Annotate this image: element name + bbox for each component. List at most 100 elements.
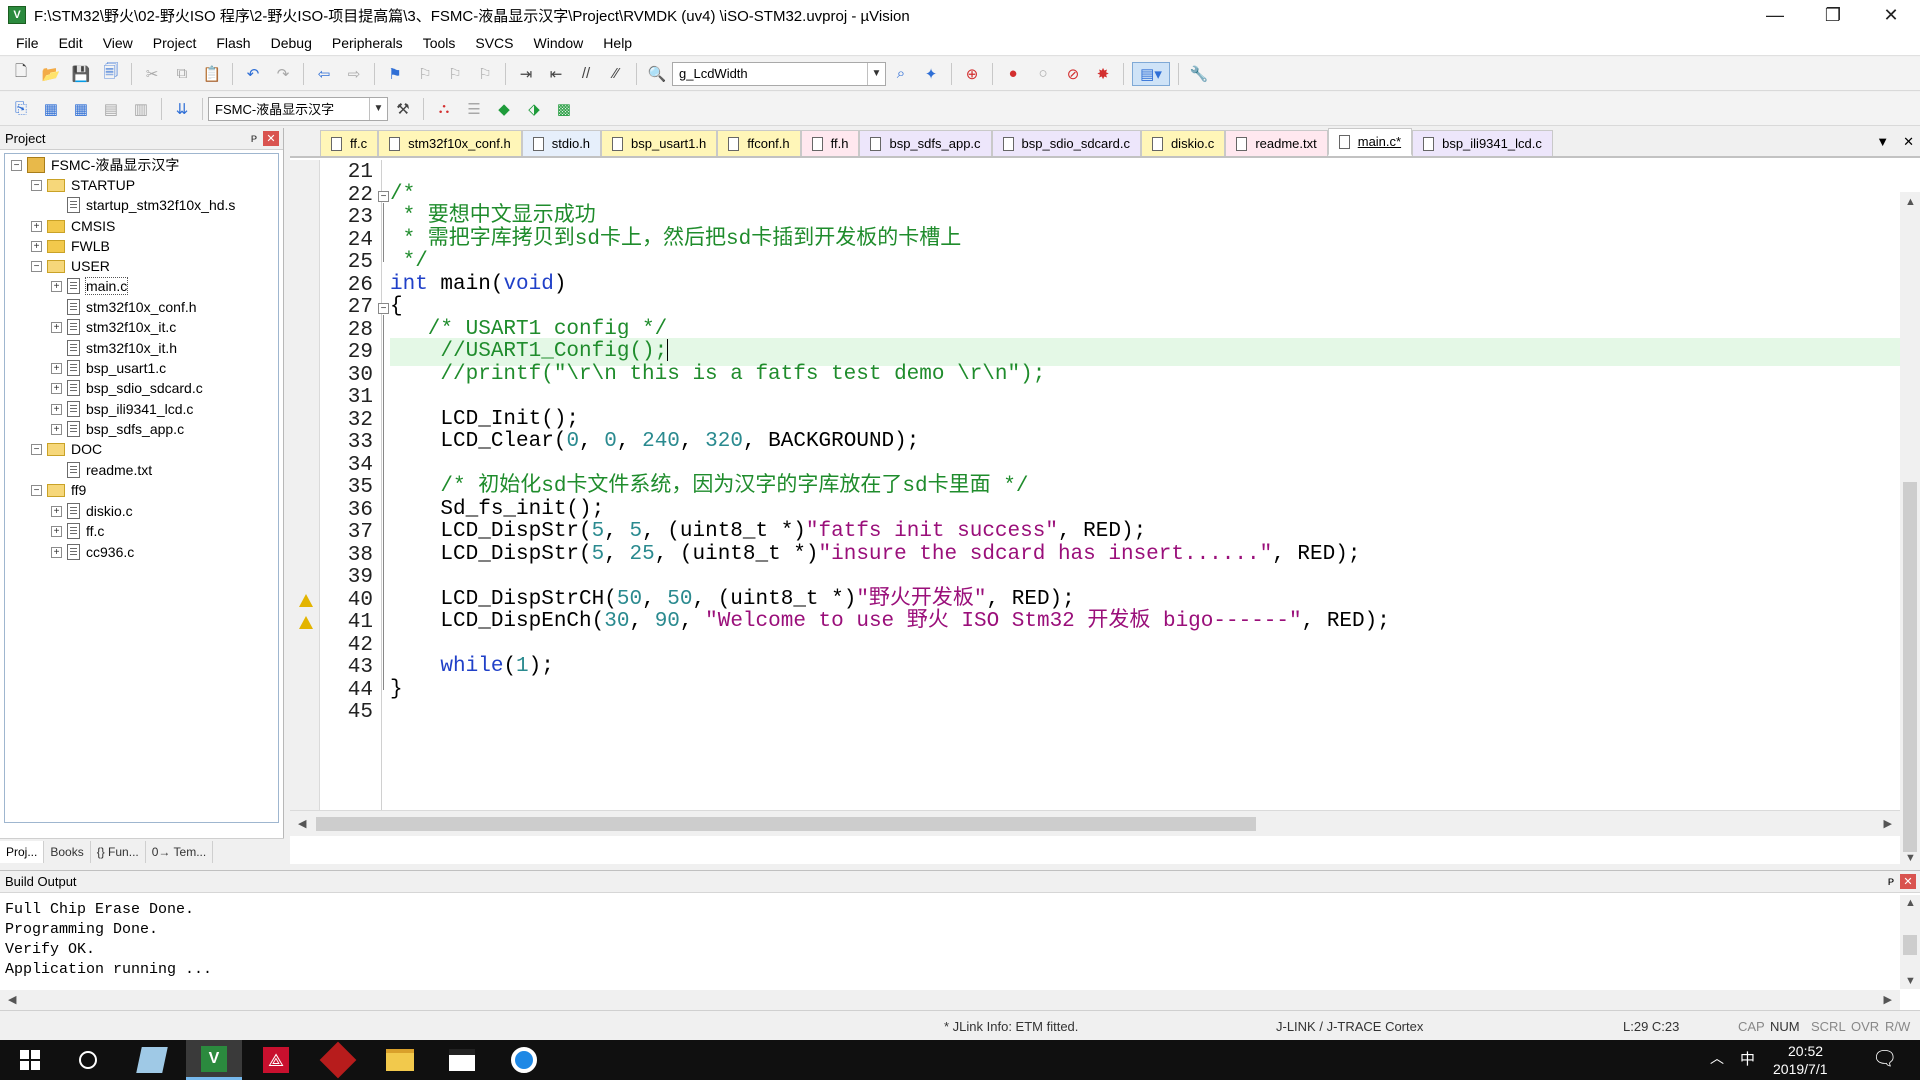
expand-icon[interactable]: + bbox=[51, 382, 62, 394]
warning-icon[interactable] bbox=[299, 616, 313, 629]
horizontal-scrollbar[interactable]: ◀ ▶ bbox=[290, 810, 1900, 836]
pin-icon[interactable]: ᴘ bbox=[251, 131, 257, 145]
chevron-down-icon[interactable]: ▼ bbox=[369, 97, 387, 120]
tree-group-ff9[interactable]: − ff9 bbox=[31, 479, 86, 501]
tab-templates[interactable]: 0→ Tem... bbox=[146, 840, 214, 863]
expand-icon[interactable]: + bbox=[51, 362, 62, 374]
prev-bookmark-icon[interactable]: ⚐ bbox=[413, 62, 437, 86]
menu-edit[interactable]: Edit bbox=[49, 35, 93, 51]
maximize-button[interactable]: ❐ bbox=[1804, 0, 1862, 30]
clock-date[interactable]: 2019/7/1 bbox=[1773, 1061, 1828, 1077]
tree-group-user[interactable]: − USER bbox=[31, 255, 110, 277]
save-all-icon[interactable]: 🗐 bbox=[99, 62, 123, 86]
translate-icon[interactable]: ⎘ bbox=[9, 97, 33, 121]
start-debug-icon[interactable]: ⊕ bbox=[960, 62, 984, 86]
pin-icon[interactable]: ᴘ bbox=[1888, 874, 1894, 888]
configure-icon[interactable]: 🔧 bbox=[1187, 62, 1211, 86]
tab-functions[interactable]: {} Fun... bbox=[91, 840, 146, 863]
pack-installer-icon[interactable]: ⬗ bbox=[522, 97, 546, 121]
tree-file[interactable]: + bsp_sdfs_app.c bbox=[51, 418, 184, 440]
video-editor-app-icon[interactable] bbox=[434, 1040, 490, 1080]
stop-build-icon[interactable]: ▥ bbox=[129, 97, 153, 121]
tree-file[interactable]: startup_stm32f10x_hd.s bbox=[67, 194, 235, 216]
editor-tab[interactable]: stm32f10x_conf.h bbox=[378, 130, 522, 156]
target-options-icon[interactable]: ⚒ bbox=[391, 97, 415, 121]
editor-tab[interactable]: bsp_sdio_sdcard.c bbox=[991, 130, 1141, 156]
save-icon[interactable]: 💾 bbox=[69, 62, 93, 86]
tree-group-startup[interactable]: − STARTUP bbox=[31, 174, 135, 196]
close-button[interactable]: ✕ bbox=[1862, 0, 1920, 30]
search-icon[interactable] bbox=[60, 1040, 116, 1080]
tree-file[interactable]: + diskio.c bbox=[51, 500, 133, 522]
chevron-up-icon[interactable]: ︿ bbox=[1710, 1048, 1724, 1068]
menu-tools[interactable]: Tools bbox=[413, 35, 466, 51]
expand-icon[interactable]: + bbox=[51, 321, 62, 333]
notepad-app-icon[interactable] bbox=[124, 1040, 180, 1080]
expand-icon[interactable]: + bbox=[51, 505, 62, 517]
unindent-icon[interactable]: ⇤ bbox=[544, 62, 568, 86]
tree-group-cmsis[interactable]: + CMSIS bbox=[31, 215, 115, 237]
scroll-up-icon[interactable]: ▲ bbox=[1905, 897, 1916, 909]
expand-icon[interactable]: + bbox=[51, 280, 62, 292]
find-icon[interactable]: ⌕ bbox=[889, 62, 913, 86]
vertical-scrollbar[interactable]: ▲ ▼ bbox=[1900, 192, 1920, 868]
menu-debug[interactable]: Debug bbox=[261, 35, 322, 51]
scrollbar-thumb[interactable] bbox=[1903, 935, 1917, 955]
enable-breakpoint-icon[interactable]: ○ bbox=[1031, 62, 1055, 86]
close-icon[interactable]: ✕ bbox=[1900, 874, 1916, 889]
code-text[interactable]: /* * 要想中文显示成功 * 需把字库拷贝到sd卡上，然后把sd卡插到开发板的… bbox=[390, 160, 1900, 836]
acrobat-app-icon[interactable]: ⟁ bbox=[248, 1040, 304, 1080]
minimize-button[interactable]: — bbox=[1746, 0, 1804, 30]
scroll-right-icon[interactable]: ▶ bbox=[1884, 993, 1892, 1006]
tree-file[interactable]: + bsp_sdio_sdcard.c bbox=[51, 377, 203, 399]
tab-books[interactable]: Books bbox=[44, 840, 91, 863]
menu-project[interactable]: Project bbox=[143, 35, 207, 51]
tree-group-fwlb[interactable]: + FWLB bbox=[31, 235, 110, 257]
tree-file[interactable]: + bsp_usart1.c bbox=[51, 357, 166, 379]
clear-bookmarks-icon[interactable]: ⚐ bbox=[473, 62, 497, 86]
menu-file[interactable]: File bbox=[6, 35, 49, 51]
breakpoint-gutter[interactable] bbox=[290, 160, 320, 836]
editor-tab[interactable]: bsp_sdfs_app.c bbox=[859, 130, 992, 156]
collapse-icon[interactable]: − bbox=[11, 159, 22, 171]
editor-tab[interactable]: ffconf.h bbox=[717, 130, 801, 156]
paste-icon[interactable]: 📋 bbox=[200, 62, 224, 86]
disable-breakpoints-icon[interactable]: ⊘ bbox=[1061, 62, 1085, 86]
collapse-icon[interactable]: − bbox=[31, 484, 42, 496]
scrollbar-thumb[interactable] bbox=[316, 817, 1256, 831]
tree-file[interactable]: + stm32f10x_it.c bbox=[51, 316, 176, 338]
batch-build-icon[interactable]: ▤ bbox=[99, 97, 123, 121]
clock-time[interactable]: 20:52 bbox=[1788, 1043, 1823, 1059]
start-icon[interactable] bbox=[2, 1040, 58, 1080]
next-bookmark-icon[interactable]: ⚐ bbox=[443, 62, 467, 86]
run-time-environment-icon[interactable]: ▩ bbox=[552, 97, 576, 121]
flash-tool-app-icon[interactable] bbox=[310, 1040, 366, 1080]
scroll-down-icon[interactable]: ▼ bbox=[1905, 975, 1916, 987]
horizontal-scrollbar[interactable]: ◀ ▶ bbox=[0, 990, 1900, 1010]
target-select[interactable]: FSMC-液晶显示汉字 ▼ bbox=[208, 96, 388, 121]
scroll-left-icon[interactable]: ◀ bbox=[298, 817, 306, 830]
editor-tab[interactable]: stdio.h bbox=[521, 130, 602, 156]
build-icon[interactable]: ▦ bbox=[39, 97, 63, 121]
tree-group-doc[interactable]: − DOC bbox=[31, 438, 102, 460]
tree-file[interactable]: stm32f10x_it.h bbox=[67, 337, 177, 359]
tree-file[interactable]: + cc936.c bbox=[51, 541, 134, 563]
editor-tab[interactable]: readme.txt bbox=[1225, 130, 1328, 156]
tree-file[interactable]: + bsp_ili9341_lcd.c bbox=[51, 398, 193, 420]
editor-tab[interactable]: ff.c bbox=[320, 130, 379, 156]
code-line[interactable] bbox=[390, 698, 1900, 726]
expand-icon[interactable]: + bbox=[31, 220, 42, 232]
screen-recorder-app-icon[interactable] bbox=[496, 1040, 552, 1080]
menu-peripherals[interactable]: Peripherals bbox=[322, 35, 413, 51]
menu-help[interactable]: Help bbox=[593, 35, 642, 51]
close-tab-button[interactable]: ✕ bbox=[1903, 134, 1914, 150]
editor-tab[interactable]: diskio.c bbox=[1140, 130, 1226, 156]
navigate-forward-icon[interactable]: ⇨ bbox=[342, 62, 366, 86]
menu-flash[interactable]: Flash bbox=[206, 35, 260, 51]
editor-tab-active[interactable]: main.c* bbox=[1327, 128, 1413, 156]
bookmark-icon[interactable]: ⚑ bbox=[383, 62, 407, 86]
chevron-down-icon[interactable]: ▼ bbox=[867, 62, 885, 85]
scroll-up-icon[interactable]: ▲ bbox=[1905, 196, 1916, 208]
scroll-down-icon[interactable]: ▼ bbox=[1905, 852, 1916, 864]
comment-icon[interactable]: // bbox=[574, 62, 598, 86]
